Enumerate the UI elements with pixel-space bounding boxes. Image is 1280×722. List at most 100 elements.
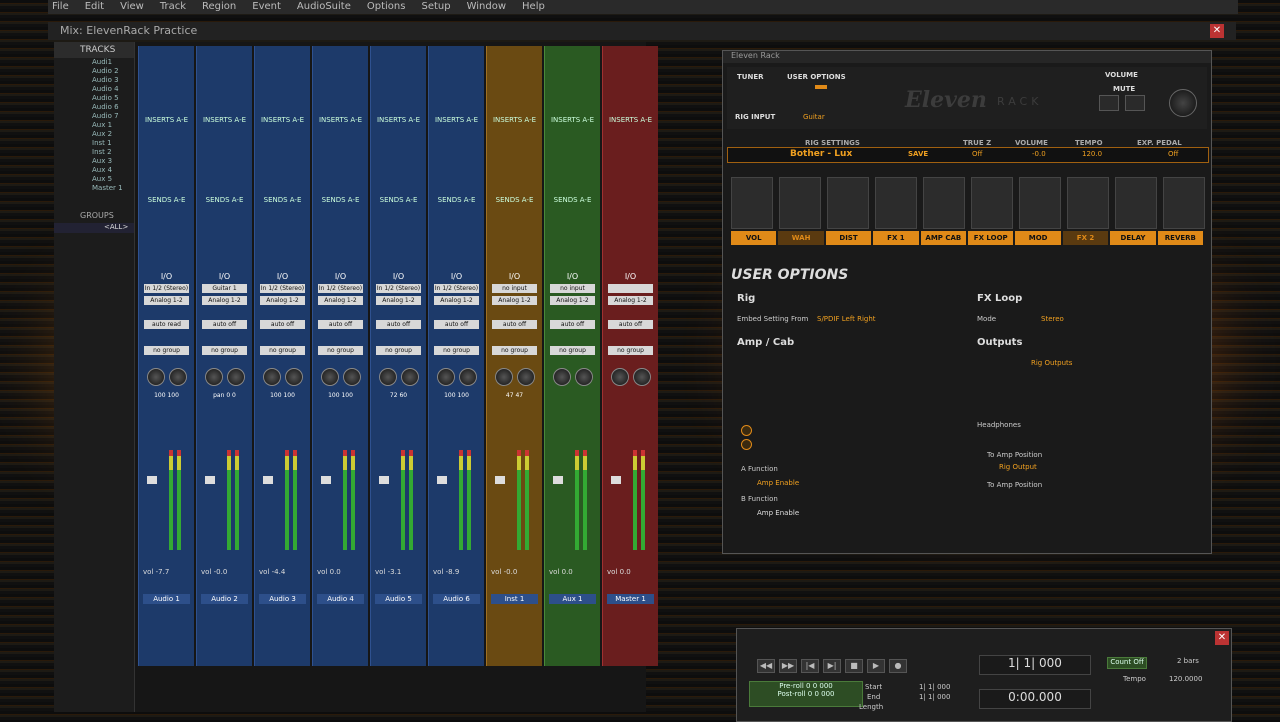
- fx-block[interactable]: [1019, 177, 1061, 229]
- pan-knob[interactable]: [285, 368, 303, 386]
- input-select[interactable]: no input: [492, 284, 537, 293]
- pan-knob[interactable]: [633, 368, 651, 386]
- track-name[interactable]: Audio 6: [433, 594, 480, 604]
- inserts-label[interactable]: INSERTS A-E: [255, 116, 310, 124]
- track-list-item[interactable]: Aux 4: [54, 166, 134, 175]
- input-select[interactable]: In 1/2 (Stereo): [434, 284, 479, 293]
- pan-knob[interactable]: [517, 368, 535, 386]
- inserts-label[interactable]: INSERTS A-E: [197, 116, 252, 124]
- pan-knob[interactable]: [379, 368, 397, 386]
- fx-block[interactable]: [923, 177, 965, 229]
- outputs-select[interactable]: Rig Outputs: [1031, 359, 1072, 367]
- track-list-item[interactable]: Aux 5: [54, 175, 134, 184]
- count-off-button[interactable]: Count Off: [1107, 657, 1147, 669]
- preroll-value[interactable]: 0 0 000: [806, 682, 833, 690]
- group-select[interactable]: no group: [202, 346, 247, 355]
- postroll-label[interactable]: Post-roll: [777, 690, 805, 698]
- fast-forward-icon[interactable]: ▶▶: [779, 659, 797, 673]
- output-select[interactable]: Analog 1-2: [492, 296, 537, 305]
- track-list-item[interactable]: Inst 1: [54, 139, 134, 148]
- b-function-select[interactable]: Amp Enable: [757, 509, 799, 517]
- automation-select[interactable]: auto off: [492, 320, 537, 329]
- fx-label[interactable]: REVERB: [1157, 231, 1204, 245]
- track-name[interactable]: Audio 2: [201, 594, 248, 604]
- group-select[interactable]: no group: [492, 346, 537, 355]
- track-list-item[interactable]: Aux 2: [54, 130, 134, 139]
- volume-fader[interactable]: [611, 476, 621, 484]
- menu-view[interactable]: View: [120, 0, 144, 14]
- automation-select[interactable]: auto off: [376, 320, 421, 329]
- inserts-label[interactable]: INSERTS A-E: [371, 116, 426, 124]
- track-list-item[interactable]: Audio 4: [54, 85, 134, 94]
- radio-button[interactable]: [741, 439, 752, 450]
- fx-label[interactable]: FX 2: [1062, 231, 1109, 245]
- track-list-item[interactable]: Audi1: [54, 58, 134, 67]
- group-select[interactable]: no group: [318, 346, 363, 355]
- user-options-led[interactable]: [815, 85, 827, 89]
- fx-block[interactable]: [1163, 177, 1205, 229]
- fx-block[interactable]: [971, 177, 1013, 229]
- track-list-item[interactable]: Inst 2: [54, 148, 134, 157]
- output-select[interactable]: Analog 1-2: [608, 296, 653, 305]
- rig-input-select[interactable]: Guitar: [803, 113, 825, 121]
- automation-select[interactable]: auto off: [202, 320, 247, 329]
- track-list-item[interactable]: Audio 5: [54, 94, 134, 103]
- pan-knob[interactable]: [263, 368, 281, 386]
- bypass-button[interactable]: [1099, 95, 1119, 111]
- input-select[interactable]: no input: [550, 284, 595, 293]
- radio-button[interactable]: [741, 425, 752, 436]
- sends-label[interactable]: SENDS A-E: [139, 196, 194, 204]
- pan-knob[interactable]: [611, 368, 629, 386]
- inserts-label[interactable]: INSERTS A-E: [313, 116, 368, 124]
- fx-label[interactable]: WAH: [778, 231, 824, 245]
- pan-knob[interactable]: [495, 368, 513, 386]
- track-list-item[interactable]: Master 1: [54, 184, 134, 193]
- rig-output-select[interactable]: Rig Output: [999, 463, 1037, 471]
- exp-pedal-select[interactable]: Off: [1168, 150, 1178, 158]
- tempo-value[interactable]: 120.0: [1082, 150, 1102, 158]
- tempo-value[interactable]: 120.0000: [1169, 675, 1202, 683]
- true-z-select[interactable]: Off: [972, 150, 982, 158]
- track-name[interactable]: Aux 1: [549, 594, 596, 604]
- volume-knob[interactable]: [1169, 89, 1197, 117]
- menu-options[interactable]: Options: [367, 0, 406, 14]
- fx-block[interactable]: [731, 177, 773, 229]
- automation-select[interactable]: auto off: [550, 320, 595, 329]
- fx-label[interactable]: DIST: [825, 231, 872, 245]
- pan-knob[interactable]: [343, 368, 361, 386]
- inserts-label[interactable]: INSERTS A-E: [545, 116, 600, 124]
- pan-knob[interactable]: [147, 368, 165, 386]
- postroll-value[interactable]: 0 0 000: [808, 690, 835, 698]
- menu-audiosuite[interactable]: AudioSuite: [297, 0, 351, 14]
- fx-label[interactable]: FX 1: [873, 231, 919, 245]
- menu-edit[interactable]: Edit: [85, 0, 104, 14]
- group-select[interactable]: no group: [550, 346, 595, 355]
- mute-button[interactable]: [1125, 95, 1145, 111]
- input-select[interactable]: In 1/2 (Stereo): [318, 284, 363, 293]
- inserts-label[interactable]: INSERTS A-E: [487, 116, 542, 124]
- sends-label[interactable]: SENDS A-E: [371, 196, 426, 204]
- volume-fader[interactable]: [437, 476, 447, 484]
- fx-block[interactable]: [827, 177, 869, 229]
- output-select[interactable]: Analog 1-2: [260, 296, 305, 305]
- group-select[interactable]: no group: [608, 346, 653, 355]
- volume-fader[interactable]: [263, 476, 273, 484]
- main-counter[interactable]: 1| 1| 000: [979, 655, 1091, 675]
- go-start-icon[interactable]: |◀: [801, 659, 819, 673]
- output-select[interactable]: Analog 1-2: [376, 296, 421, 305]
- fx-block[interactable]: [779, 177, 821, 229]
- volume-fader[interactable]: [321, 476, 331, 484]
- output-select[interactable]: Analog 1-2: [202, 296, 247, 305]
- automation-select[interactable]: auto off: [608, 320, 653, 329]
- automation-select[interactable]: auto off: [434, 320, 479, 329]
- track-list-item[interactable]: Audio 3: [54, 76, 134, 85]
- volume-fader[interactable]: [379, 476, 389, 484]
- pan-knob[interactable]: [437, 368, 455, 386]
- pan-knob[interactable]: [459, 368, 477, 386]
- automation-select[interactable]: auto off: [260, 320, 305, 329]
- inserts-label[interactable]: INSERTS A-E: [603, 116, 658, 124]
- sends-label[interactable]: SENDS A-E: [197, 196, 252, 204]
- automation-select[interactable]: auto off: [318, 320, 363, 329]
- group-select[interactable]: no group: [144, 346, 189, 355]
- sends-label[interactable]: SENDS A-E: [255, 196, 310, 204]
